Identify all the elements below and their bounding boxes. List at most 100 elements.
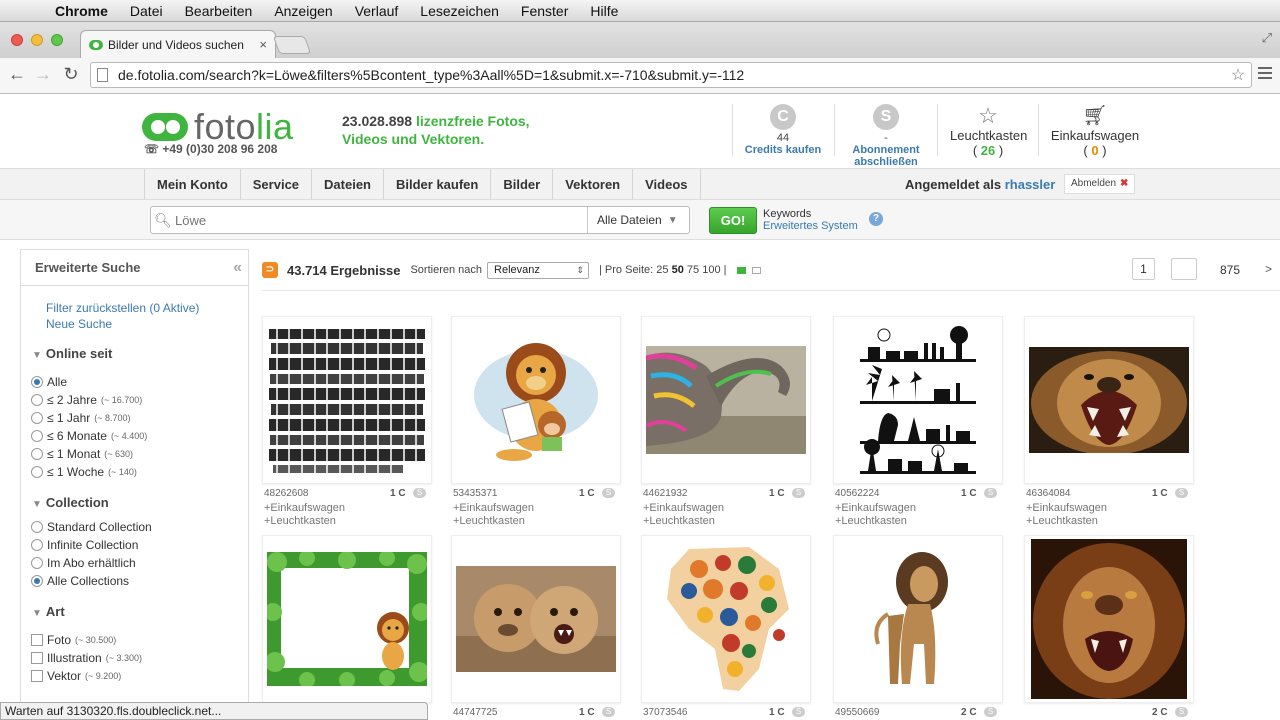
result-card[interactable]: 53435371 1 C S +Einkaufswagen +Leuchtkasten	[451, 316, 623, 528]
radio-button[interactable]	[31, 557, 43, 569]
window-close-button[interactable]	[11, 34, 23, 46]
add-to-lightbox-link[interactable]: +Leuchtkasten	[641, 515, 813, 528]
new-tab-button[interactable]	[272, 36, 312, 54]
result-thumbnail[interactable]	[262, 535, 432, 703]
add-to-lightbox-link[interactable]: +Leuchtkasten	[1024, 515, 1196, 528]
grid-view-icon[interactable]	[736, 266, 746, 274]
result-thumbnail[interactable]	[451, 316, 621, 484]
result-card[interactable]: 44621932 1 C S +Einkaufswagen +Leuchtkasten	[641, 316, 813, 528]
online-since-option[interactable]: Alle	[21, 373, 248, 391]
radio-button[interactable]	[31, 448, 43, 460]
add-to-cart-link[interactable]: +Einkaufswagen	[641, 502, 813, 515]
radio-button[interactable]	[31, 394, 43, 406]
menu-lesezeichen[interactable]: Lesezeichen	[409, 3, 510, 19]
back-arrow-icon[interactable]: ←	[6, 64, 28, 85]
result-card[interactable]: 49550669 2 C S	[833, 535, 1005, 720]
window-zoom-button[interactable]	[51, 34, 63, 46]
menu-anzeigen[interactable]: Anzeigen	[263, 3, 343, 19]
reset-filters-link[interactable]: Filter zurückstellen (0 Aktive)	[21, 300, 248, 316]
section-online-since[interactable]: ▼ Online seit	[21, 346, 248, 361]
result-thumbnail[interactable]	[833, 535, 1003, 703]
menu-hilfe[interactable]: Hilfe	[579, 3, 629, 19]
menu-bearbeiten[interactable]: Bearbeiten	[174, 3, 264, 19]
per-page-25[interactable]: 25	[656, 264, 668, 276]
art-option[interactable]: Illustration (~ 3.300)	[21, 649, 248, 667]
add-to-lightbox-link[interactable]: +Leuchtkasten	[451, 515, 623, 528]
fullscreen-icon[interactable]: ⤢	[1262, 30, 1272, 46]
rss-icon[interactable]: ⊃	[262, 262, 278, 278]
section-collection[interactable]: ▼ Collection	[21, 495, 248, 510]
address-bar[interactable]: de.fotolia.com/search?k=Löwe&filters%5Bc…	[90, 62, 1252, 88]
result-thumbnail[interactable]	[833, 316, 1003, 484]
cart-block[interactable]: 🛒︎ Einkaufswagen ( 0 )	[1050, 104, 1140, 158]
online-since-option[interactable]: ≤ 6 Monate (~ 4.400)	[21, 427, 248, 445]
result-thumbnail[interactable]	[641, 316, 811, 484]
per-page-75[interactable]: 75	[687, 264, 699, 276]
online-since-option[interactable]: ≤ 2 Jahre (~ 16.700)	[21, 391, 248, 409]
lightbox-block[interactable]: ☆ Leuchtkasten ( 26 )	[950, 104, 1027, 159]
add-to-cart-link[interactable]: +Einkaufswagen	[1024, 502, 1196, 515]
subscription-link-line2[interactable]: abschließen	[846, 156, 926, 168]
radio-button[interactable]	[31, 412, 43, 424]
result-thumbnail[interactable]	[1024, 535, 1194, 703]
subscription-block[interactable]: S - Abonnement abschließen	[846, 104, 926, 168]
search-input[interactable]	[175, 212, 587, 228]
credits-buy-link[interactable]: Credits kaufen	[742, 144, 824, 156]
credits-block[interactable]: C 44 Credits kaufen	[742, 104, 824, 156]
result-thumbnail[interactable]	[1024, 316, 1194, 484]
add-to-cart-link[interactable]: +Einkaufswagen	[451, 502, 623, 515]
new-search-link[interactable]: Neue Suche	[21, 316, 248, 332]
radio-button[interactable]	[31, 575, 43, 587]
go-button[interactable]: GO!	[709, 207, 757, 234]
cart-label[interactable]: Einkaufswagen	[1050, 128, 1140, 143]
username-link[interactable]: rhassler	[1005, 177, 1056, 192]
radio-button[interactable]	[31, 539, 43, 551]
add-to-cart-link[interactable]: +Einkaufswagen	[833, 502, 1005, 515]
sort-select[interactable]: Relevanz ⇕	[487, 261, 590, 279]
result-card[interactable]: 46364084 1 C S +Einkaufswagen +Leuchtkasten	[1024, 316, 1196, 528]
add-to-lightbox-link[interactable]: +Leuchtkasten	[262, 515, 434, 528]
nav-service[interactable]: Service	[241, 169, 313, 200]
logout-button[interactable]: Abmelden ✖	[1064, 174, 1136, 194]
collapse-chevron-icon[interactable]: «	[233, 259, 242, 277]
nav-bilder[interactable]: Bilder	[491, 169, 554, 200]
bookmark-star-icon[interactable]: ☆	[1225, 65, 1251, 85]
nav-mein-konto[interactable]: Mein Konto	[145, 169, 241, 200]
art-option[interactable]: Foto (~ 30.500)	[21, 631, 248, 649]
extended-system-link[interactable]: Erweitertes System	[763, 220, 858, 232]
collection-option[interactable]: Infinite Collection	[21, 536, 248, 554]
next-page-button[interactable]: >	[1265, 262, 1272, 276]
add-to-lightbox-link[interactable]: +Leuchtkasten	[833, 515, 1005, 528]
page-input[interactable]	[1171, 258, 1197, 280]
url-text[interactable]: de.fotolia.com/search?k=Löwe&filters%5Bc…	[118, 67, 1225, 83]
menu-verlauf[interactable]: Verlauf	[344, 3, 410, 19]
result-card[interactable]: 44747725 1 C S	[451, 535, 623, 720]
result-thumbnail[interactable]	[262, 316, 432, 484]
lightbox-label[interactable]: Leuchtkasten	[950, 128, 1027, 143]
online-since-option[interactable]: ≤ 1 Jahr (~ 8.700)	[21, 409, 248, 427]
file-type-select[interactable]: Alle Dateien ▼	[587, 207, 689, 233]
forward-arrow-icon[interactable]: →	[32, 64, 54, 85]
collection-option[interactable]: Alle Collections	[21, 572, 248, 590]
menu-fenster[interactable]: Fenster	[510, 3, 579, 19]
online-since-option[interactable]: ≤ 1 Monat (~ 630)	[21, 445, 248, 463]
result-card[interactable]: 2 C S	[1024, 535, 1196, 720]
nav-videos[interactable]: Videos	[633, 169, 701, 200]
menu-chrome[interactable]: Chrome	[44, 3, 119, 19]
help-icon[interactable]: ?	[869, 212, 883, 226]
result-thumbnail[interactable]	[641, 535, 811, 703]
add-to-cart-link[interactable]: +Einkaufswagen	[262, 502, 434, 515]
collection-option[interactable]: Im Abo erhältlich	[21, 554, 248, 572]
list-view-icon[interactable]	[751, 266, 761, 274]
per-page-50[interactable]: 50	[672, 264, 684, 276]
result-card[interactable]: 48262608 1 C S +Einkaufswagen +Leuchtkasten	[262, 316, 434, 528]
checkbox[interactable]	[31, 634, 43, 646]
radio-button[interactable]	[31, 466, 43, 478]
radio-button[interactable]	[31, 521, 43, 533]
per-page-100[interactable]: 100	[702, 264, 720, 276]
result-thumbnail[interactable]	[451, 535, 621, 703]
checkbox[interactable]	[31, 670, 43, 682]
nav-dateien[interactable]: Dateien	[312, 169, 384, 200]
art-option[interactable]: Vektor (~ 9.200)	[21, 667, 248, 685]
tab-close-icon[interactable]: ×	[259, 37, 267, 52]
